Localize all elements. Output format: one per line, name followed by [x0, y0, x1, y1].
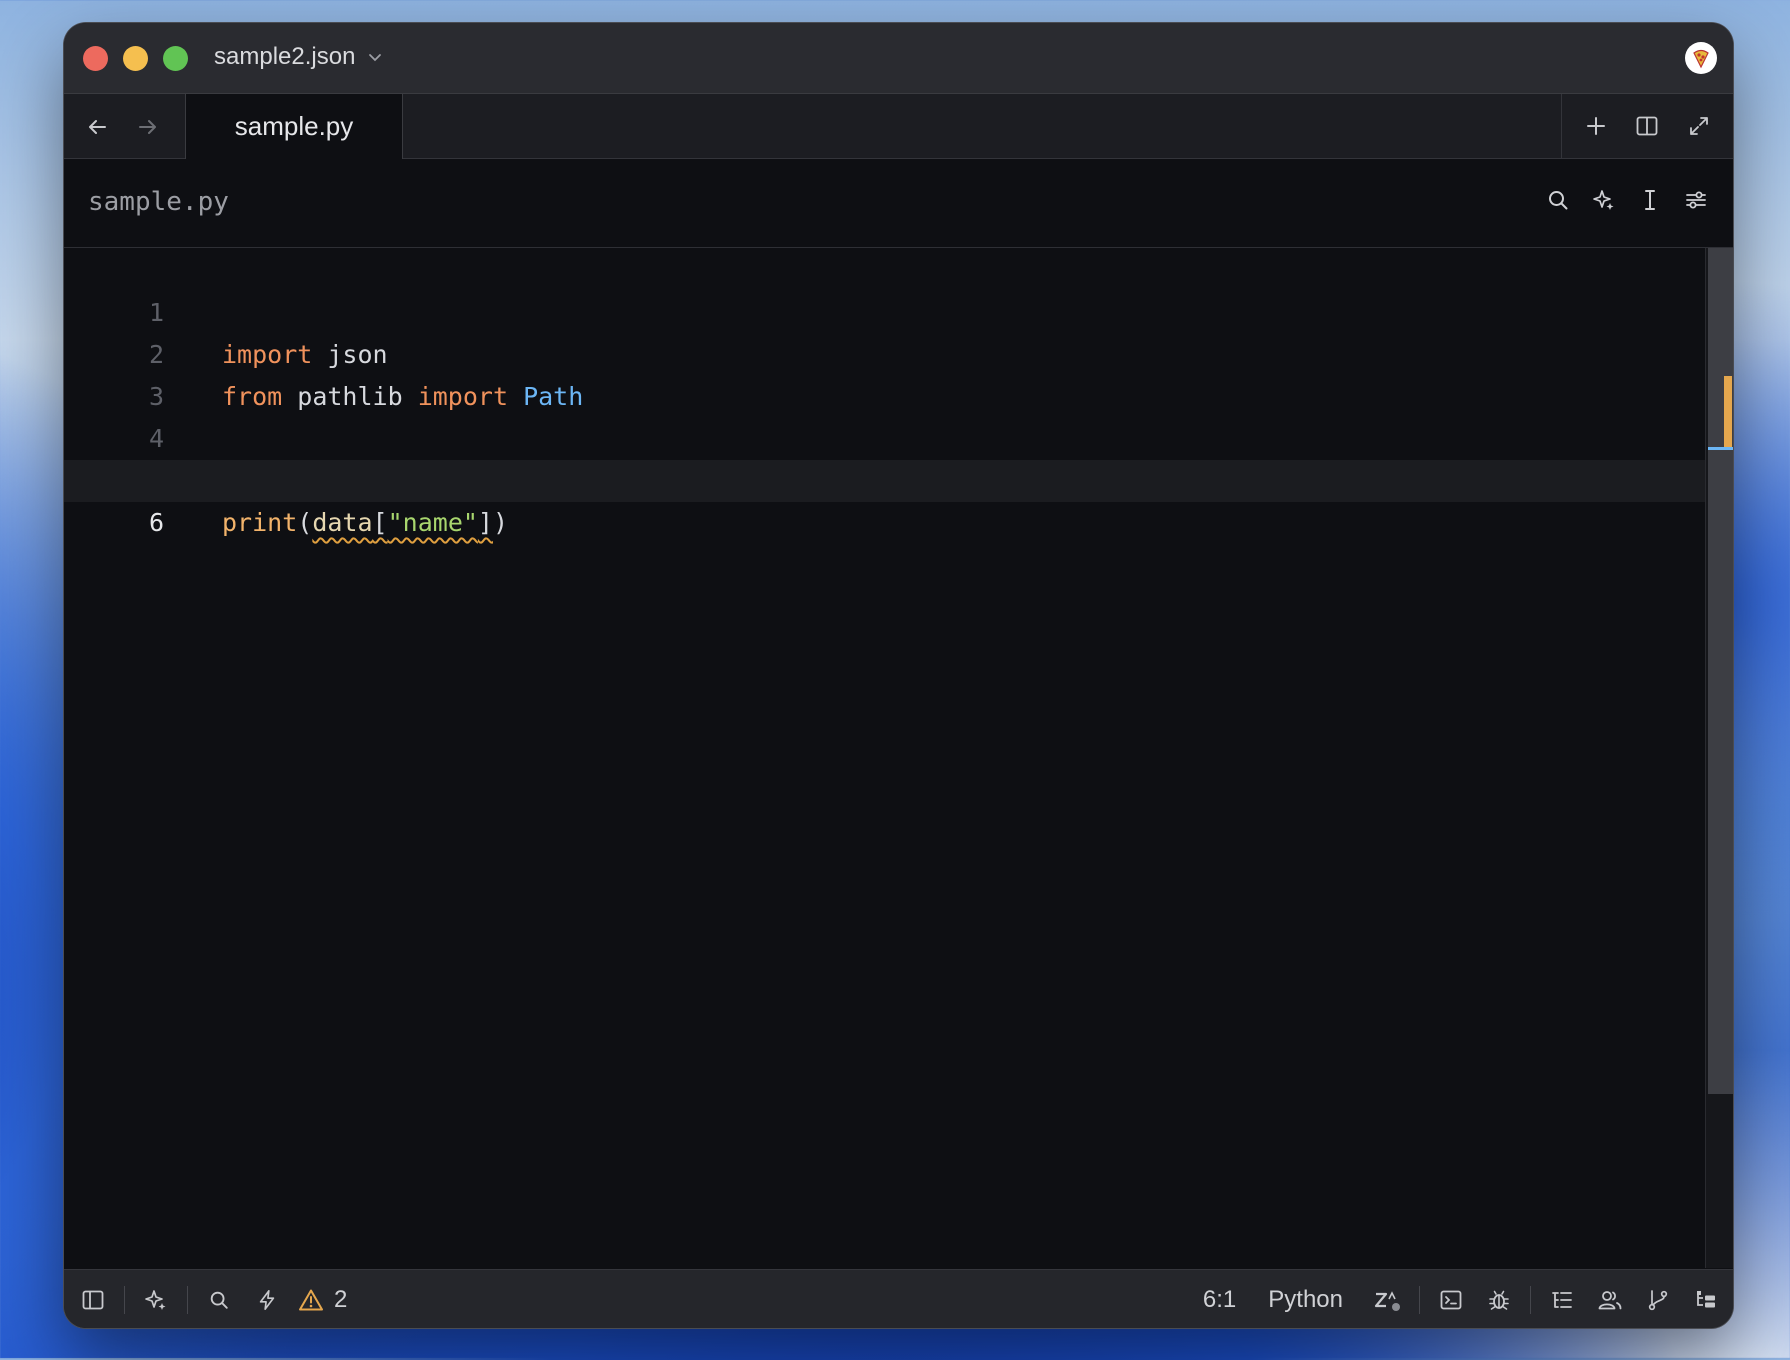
divider	[1419, 1285, 1420, 1314]
code-line-active[interactable]: 6	[64, 460, 1705, 537]
navigate-forward-button[interactable]	[131, 110, 165, 144]
vertical-scrollbar[interactable]	[1705, 248, 1733, 1268]
scrollbar-warning-marker	[1724, 376, 1732, 448]
navigate-back-button[interactable]	[80, 110, 114, 144]
tab-actions	[1561, 94, 1733, 158]
collab-icon	[1597, 1288, 1623, 1312]
chevron-down-icon	[367, 49, 383, 65]
breadcrumb-bar: sample.py	[64, 159, 1733, 248]
terminal-button[interactable]	[1434, 1283, 1468, 1317]
editor-window: sample2.json sample.py sample.py 1 impor…	[64, 23, 1733, 1328]
sparkle-icon	[1592, 188, 1616, 212]
tab-label: sample.py	[234, 111, 354, 141]
code-line[interactable]: 4 data = json.loads(Path("sample.json").…	[64, 376, 1705, 495]
editor-toolbar	[1541, 183, 1713, 217]
warning-icon	[298, 1288, 324, 1312]
code-line[interactable]: 1 import json	[64, 250, 1705, 369]
editor-settings-button[interactable]	[1679, 183, 1713, 217]
scrollbar-cursor-marker	[1708, 447, 1733, 450]
search-icon	[208, 1289, 230, 1311]
project-search-button[interactable]	[202, 1283, 236, 1317]
maximize-window-button[interactable]	[163, 46, 188, 71]
debug-button[interactable]	[1482, 1283, 1516, 1317]
search-icon	[1546, 188, 1570, 212]
lightning-icon	[256, 1289, 278, 1311]
git-panel-button[interactable]	[1641, 1283, 1675, 1317]
tree-icon	[1694, 1288, 1718, 1312]
zoom-pane-button[interactable]	[1682, 109, 1716, 143]
search-in-file-button[interactable]	[1541, 183, 1575, 217]
diagnostics-button[interactable]: 2	[298, 1286, 347, 1314]
sliders-icon	[1684, 188, 1708, 212]
code-line[interactable]: 3	[64, 334, 1705, 411]
window-title[interactable]: sample2.json	[214, 43, 383, 71]
close-window-button[interactable]	[83, 46, 108, 71]
git-branch-icon	[1646, 1288, 1670, 1312]
tab-sample-py[interactable]: sample.py	[185, 94, 403, 159]
code-text: print(data["name"])	[222, 508, 509, 537]
sidebar-toggle-icon	[81, 1288, 105, 1312]
project-panel-button[interactable]	[1689, 1283, 1723, 1317]
bug-icon	[1487, 1288, 1511, 1312]
toggle-sidebar-button[interactable]	[76, 1283, 110, 1317]
divider	[187, 1285, 188, 1314]
divider	[124, 1285, 125, 1314]
outline-icon	[1550, 1288, 1574, 1312]
divider	[1530, 1285, 1531, 1314]
warnings-count: 2	[334, 1285, 348, 1313]
split-pane-icon	[1635, 114, 1659, 138]
window-title-label: sample2.json	[214, 43, 356, 70]
split-pane-button[interactable]	[1630, 109, 1664, 143]
status-left: 2	[76, 1270, 347, 1328]
sleep-z-icon	[1373, 1287, 1403, 1313]
text-cursor-icon	[1638, 188, 1662, 212]
arrow-right-icon	[137, 116, 159, 138]
scrollbar-thumb[interactable]	[1708, 248, 1733, 1094]
expand-icon	[1688, 115, 1710, 137]
assistant-button[interactable]	[139, 1283, 173, 1317]
language-selector[interactable]: Python	[1268, 1286, 1343, 1314]
outline-button[interactable]	[1545, 1283, 1579, 1317]
line-number: 6	[148, 508, 164, 537]
terminal-icon	[1439, 1288, 1463, 1312]
edit-prediction-button[interactable]	[1371, 1283, 1405, 1317]
status-right: 6:1 Python	[1203, 1270, 1723, 1328]
title-bar: sample2.json	[64, 23, 1733, 94]
actions-button[interactable]	[250, 1283, 284, 1317]
plus-icon	[1585, 115, 1607, 137]
avatar[interactable]	[1685, 42, 1717, 74]
cursor-mode-button[interactable]	[1633, 183, 1667, 217]
tab-bar: sample.py	[64, 94, 1733, 159]
minimize-window-button[interactable]	[123, 46, 148, 71]
breadcrumb[interactable]: sample.py	[88, 187, 229, 217]
cursor-position[interactable]: 6:1	[1203, 1286, 1236, 1314]
code-line[interactable]: 2 from pathlib import Path	[64, 292, 1705, 411]
new-tab-button[interactable]	[1579, 109, 1613, 143]
status-bar: 2 6:1 Python	[64, 1269, 1733, 1328]
code-line[interactable]: 5 print(data["name"])	[64, 418, 1705, 537]
inline-assist-button[interactable]	[1587, 183, 1621, 217]
sparkle-icon	[144, 1288, 168, 1312]
code-editor[interactable]: 1 import json 2 from pathlib import Path…	[64, 248, 1705, 1268]
arrow-left-icon	[86, 116, 108, 138]
collaboration-button[interactable]	[1593, 1283, 1627, 1317]
